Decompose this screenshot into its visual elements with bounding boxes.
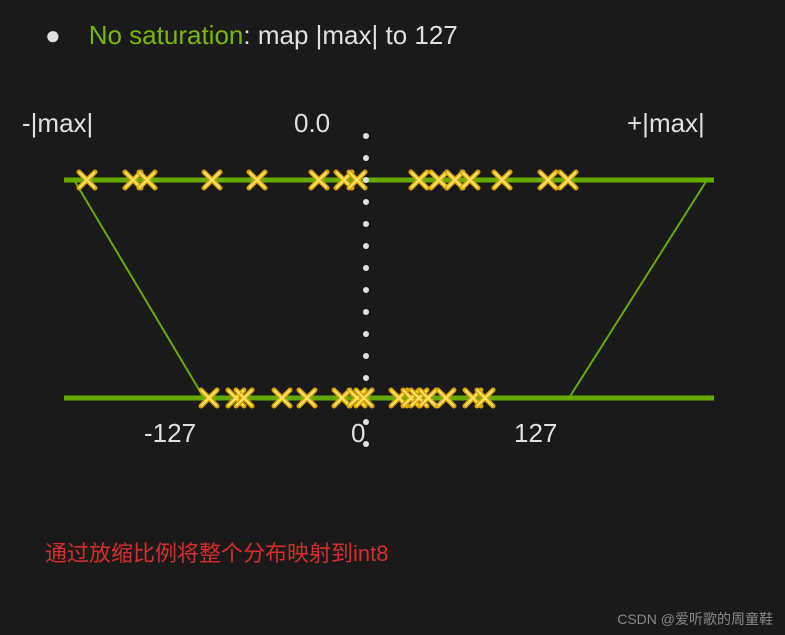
header-bullet: ● No saturation: map |max| to 127 <box>45 20 458 51</box>
bullet-icon: ● <box>45 20 61 51</box>
map-line-right <box>569 180 707 398</box>
header-highlight: No saturation <box>89 20 244 50</box>
diagram-svg <box>14 108 774 468</box>
watermark-text: CSDN @爱听歌的周童鞋 <box>617 609 773 629</box>
map-line-left <box>74 180 204 398</box>
caption-text: 通过放缩比例将整个分布映射到int8 <box>45 536 388 568</box>
header-rest: : map |max| to 127 <box>243 20 457 50</box>
